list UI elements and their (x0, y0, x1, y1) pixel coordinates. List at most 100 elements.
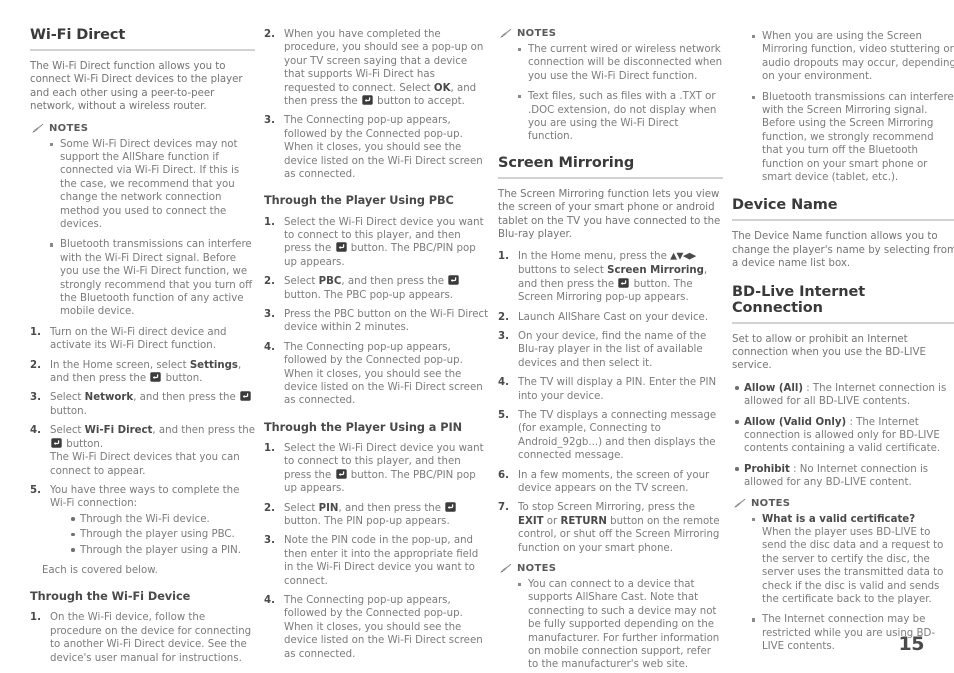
screen-mirroring-intro: The Screen Mirroring function lets you v… (498, 188, 721, 240)
pencil-icon (499, 28, 512, 39)
column-1: Wi-Fi Direct The Wi-Fi Direct function a… (30, 27, 255, 664)
bdlive-intro: Set to allow or prohibit an Internet con… (732, 333, 926, 372)
step-text-c: button to accept. (373, 96, 465, 108)
step-item: Press the PBC button on the Wi-Fi Direct… (264, 308, 489, 334)
notes-label: NOTES (517, 563, 557, 575)
step-item: Turn on the Wi-Fi direct device and acti… (30, 326, 227, 352)
section-heading-bdlive: BD-Live Internet Connection (732, 283, 866, 316)
step-item: Launch AllShare Cast on your device. (498, 311, 709, 325)
step-text-a: Select (284, 276, 319, 288)
step-extra: The Wi-Fi Direct devices that you can co… (50, 452, 240, 477)
step-item: On the Wi-Fi device, follow the procedur… (30, 611, 252, 664)
wifi-direct-steps: Turn on the Wi-Fi direct device and acti… (30, 326, 255, 578)
note-item: Bluetooth transmissions can interfere wi… (752, 91, 954, 185)
enter-button-icon (362, 95, 373, 105)
step-item: Select the Wi-Fi Direct device you want … (264, 442, 489, 496)
enter-button-icon (51, 437, 62, 448)
wifi-device-steps-cont: When you have completed the procedure, y… (264, 28, 489, 181)
step-item: When you have completed the procedure, y… (264, 28, 489, 108)
step-bold: Wi-Fi Direct (84, 425, 153, 437)
heading-rule (30, 48, 255, 51)
option-label: Allow (All) (744, 382, 804, 394)
notes-label: NOTES (517, 28, 557, 39)
step-text: You have three ways to complete the Wi-F… (50, 484, 240, 510)
ways-footer: Each is covered below. (42, 564, 158, 576)
step-bold: PIN (318, 502, 339, 514)
step-bold: Screen Mirroring (607, 265, 704, 277)
step-item: Select Wi-Fi Direct, and then press the … (30, 424, 255, 477)
step-item: The Connecting pop-up appears, followed … (264, 114, 483, 181)
step-bold: RETURN (560, 515, 607, 527)
notes-list: Some Wi-Fi Direct devices may not suppor… (30, 138, 255, 319)
enter-button-icon (335, 242, 347, 253)
step-item: You have three ways to complete the Wi-F… (30, 484, 255, 577)
step-text-a: Select (284, 502, 319, 514)
option-item: Prohibit : No Internet connection is all… (735, 463, 954, 490)
step-item: Select PIN, and then press the button. T… (264, 502, 489, 529)
notes-list: You can connect to a device that support… (498, 578, 723, 672)
way-item: Through the player using a PIN. (71, 544, 255, 557)
pencil-icon (31, 123, 44, 134)
step-text-b: , and then press the (341, 276, 448, 288)
note-answer: When the player uses BD-LIVE to send the… (762, 526, 944, 605)
notes-header: NOTES (499, 563, 723, 574)
note-item: Some Wi-Fi Direct devices may not suppor… (50, 138, 255, 232)
notes-header: NOTES (733, 498, 954, 509)
step-item: The TV displays a connecting message (fo… (498, 409, 717, 462)
step-item: To stop Screen Mirroring, press the EXIT… (498, 501, 723, 555)
pin-steps: Select the Wi-Fi Direct device you want … (264, 442, 489, 661)
step-bold: EXIT (518, 515, 544, 527)
note-item: What is a valid certificate? When the pla… (752, 513, 954, 607)
pencil-icon (499, 563, 512, 574)
step-text-b: or (543, 515, 561, 527)
enter-button-icon (240, 391, 251, 402)
notes-list: The current wired or wireless network co… (498, 43, 723, 144)
manual-page: Wi-Fi Direct The Wi-Fi Direct function a… (0, 0, 954, 673)
option-label: Prohibit (744, 463, 790, 475)
section-heading-screen-mirroring: Screen Mirroring (498, 154, 635, 171)
step-text-b: , and then press the (338, 502, 445, 514)
notes-list-cont: When you are using the Screen Mirroring … (732, 30, 954, 184)
direction-buttons-icon: ▲▼◀▶ (670, 251, 696, 262)
step-item: In a few moments, the screen of your dev… (498, 469, 710, 494)
step-item: The Connecting pop-up appears, followed … (264, 341, 483, 407)
enter-button-icon (618, 278, 630, 288)
note-item: The Internet connection may be restricte… (752, 613, 954, 653)
step-item: Select Network, and then press the butto… (30, 391, 255, 418)
step-bold: Settings (189, 359, 238, 371)
step-item: In the Home menu, press the ▲▼◀▶ buttons… (498, 250, 723, 304)
heading-rule (732, 219, 954, 222)
section-heading-device-name: Device Name (732, 197, 838, 214)
step-bold: Network (84, 392, 134, 404)
heading-rule (498, 176, 723, 179)
step-item: Note the PIN code in the pop-up, and the… (264, 534, 479, 587)
step-item: In the Home screen, select Settings, and… (30, 359, 242, 385)
connection-ways-list: Through the Wi-Fi device. Through the pl… (50, 513, 255, 557)
notes-header: NOTES (499, 28, 723, 39)
subheading-through-player-pbc: Through the Player Using PBC (264, 194, 454, 208)
option-label: Allow (Valid Only) (744, 416, 847, 428)
note-item: Bluetooth transmissions can interfere wi… (50, 238, 255, 318)
device-name-intro: The Device Name function allows you to c… (732, 231, 954, 270)
heading-rule (732, 321, 954, 324)
note-item: Text files, such as files with a .TXT or… (518, 90, 723, 144)
wifi-device-steps: On the Wi-Fi device, follow the procedur… (30, 611, 255, 665)
step-text-c: button. The PBC pop-up appears. (284, 289, 453, 301)
column-4: When you are using the Screen Mirroring … (732, 28, 954, 652)
column-2: When you have completed the procedure, y… (264, 28, 489, 660)
step-item: Select PBC, and then press the button. T… (264, 275, 489, 302)
way-item: Through the Wi-Fi device. (71, 513, 255, 526)
step-bold: OK (433, 82, 451, 94)
note-question: What is a valid certificate? (762, 513, 916, 525)
step-item: On your device, find the name of the Blu… (498, 330, 707, 369)
page-number: 15 (898, 633, 925, 655)
note-item: The current wired or wireless network co… (518, 44, 723, 82)
notes-label: NOTES (49, 122, 89, 134)
enter-button-icon (150, 372, 162, 382)
notes-header: NOTES (31, 123, 255, 134)
step-text-b: buttons to select (518, 265, 608, 277)
step-bold: PBC (318, 276, 342, 288)
option-item: Allow (All) : The Internet connection is… (735, 382, 954, 409)
step-text-a: In the Home menu, press the (518, 251, 671, 263)
screen-mirroring-steps: In the Home menu, press the ▲▼◀▶ buttons… (498, 250, 723, 555)
